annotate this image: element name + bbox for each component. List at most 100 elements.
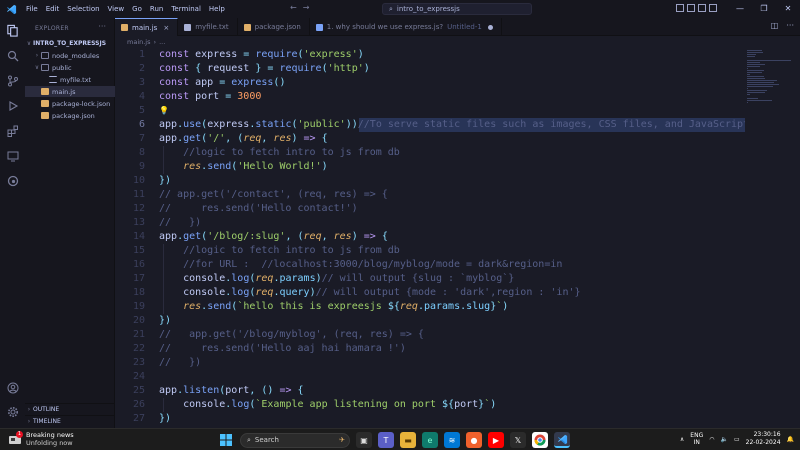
code-line[interactable]: 17 console.log(req.params)// will output…: [115, 272, 745, 286]
code-line[interactable]: 4 const port = 3000: [115, 90, 745, 104]
tree-item-node-modules[interactable]: › node_modules: [25, 50, 115, 61]
tree-item-myfile-txt[interactable]: myfile.txt: [25, 74, 115, 85]
code-line[interactable]: 18 console.log(req.query)// will output …: [115, 286, 745, 300]
menu-item-terminal[interactable]: Terminal: [167, 5, 205, 13]
code-line[interactable]: 16 //for URL : //localhost:3000/blog/myb…: [115, 258, 745, 272]
app-orange-icon[interactable]: ●: [466, 432, 482, 448]
code-line[interactable]: 23 // }): [115, 356, 745, 370]
explorer-icon[interactable]: [4, 22, 21, 39]
code-line[interactable]: 19 res.send(`hello this is expreesjs ${r…: [115, 300, 745, 314]
clock[interactable]: 23:30:16 22-02-2024: [746, 431, 781, 447]
code-line[interactable]: 9 res.send('Hello World!'): [115, 160, 745, 174]
unsaved-dot-icon[interactable]: [487, 24, 493, 30]
menu-item-selection[interactable]: Selection: [63, 5, 103, 13]
outline-section[interactable]: › OUTLINE: [25, 403, 115, 414]
timeline-section[interactable]: › TIMELINE: [25, 415, 115, 426]
code-line[interactable]: 24: [115, 370, 745, 384]
youtube-icon[interactable]: ▶: [488, 432, 504, 448]
breadcrumb-item[interactable]: ...: [159, 38, 165, 46]
notification-icon[interactable]: 🔔: [787, 436, 794, 443]
tab-myfile-txt[interactable]: myfile.txt: [178, 18, 238, 36]
extensions-icon[interactable]: [4, 122, 21, 139]
tree-item-main-js[interactable]: main.js: [25, 86, 115, 97]
menu-item-file[interactable]: File: [22, 5, 42, 13]
minimap[interactable]: [745, 48, 800, 428]
code-line[interactable]: 12 // res.send('Hello contact!'): [115, 202, 745, 216]
toggle-panel-icon[interactable]: [687, 4, 695, 12]
tab-1-why-should-we-use-express-js[interactable]: 1. why should we use express.js? Untitled…: [310, 18, 502, 36]
minimap-line: [747, 100, 773, 101]
split-editor-icon[interactable]: ◫: [771, 21, 779, 30]
code-line[interactable]: 3 const app = express(): [115, 76, 745, 90]
code-line[interactable]: 6 app.use(express.static('public'))//To s…: [115, 118, 745, 132]
menu-item-go[interactable]: Go: [128, 5, 146, 13]
minimize-icon[interactable]: —: [728, 0, 752, 18]
code-line[interactable]: 21 // app.get('/blog/myblog', (req, res) …: [115, 328, 745, 342]
tree-item-package-json[interactable]: package.json: [25, 110, 115, 121]
code-line[interactable]: 11 // app.get('/contact', (req, res) => {: [115, 188, 745, 202]
menu-item-edit[interactable]: Edit: [42, 5, 64, 13]
code-token: `Example app listening on port: [255, 399, 443, 410]
code-line[interactable]: 7 app.get('/', (req, res) => {: [115, 132, 745, 146]
project-folder[interactable]: ∨ INTRO_TO_EXPRESSJS: [25, 38, 115, 49]
back-arrow-icon[interactable]: ←: [290, 3, 297, 12]
breadcrumb-item[interactable]: main.js: [127, 38, 151, 46]
settings-gear-icon[interactable]: [4, 403, 21, 420]
menu-item-run[interactable]: Run: [146, 5, 167, 13]
tree-item-public[interactable]: ∨ public: [25, 62, 115, 73]
code-line[interactable]: 25 app.listen(port, () => {: [115, 384, 745, 398]
battery-icon[interactable]: ▭: [734, 436, 740, 443]
teams-icon[interactable]: T: [378, 432, 394, 448]
taskbar-search[interactable]: ⌕ Search ✈: [240, 432, 350, 448]
x-twitter-icon[interactable]: 𝕏: [510, 432, 526, 448]
vscode-taskbar-icon[interactable]: [554, 432, 570, 448]
remote-explorer-icon[interactable]: [4, 147, 21, 164]
file-explorer-icon[interactable]: ▬: [400, 432, 416, 448]
toggle-primary-sidebar-icon[interactable]: [676, 4, 684, 12]
news-widget[interactable]: 1 Breaking news Unfolding now: [8, 431, 74, 447]
lightbulb-icon[interactable]: 💡: [159, 104, 169, 118]
tab-main-js[interactable]: main.js ×: [115, 18, 179, 36]
code-line[interactable]: 27}): [115, 412, 745, 426]
maximize-icon[interactable]: ❐: [752, 0, 776, 18]
more-actions-icon[interactable]: ···: [786, 21, 794, 30]
more-actions-icon[interactable]: ···: [98, 22, 106, 31]
account-icon[interactable]: [4, 379, 21, 396]
language-indicator[interactable]: ENG IN: [690, 432, 703, 446]
wifi-icon[interactable]: ◠: [709, 436, 714, 443]
code-line[interactable]: 22 // res.send('Hello aaj hai hamara !'): [115, 342, 745, 356]
chevron-up-icon[interactable]: ∧: [680, 436, 684, 443]
code-line[interactable]: 15 //logic to fetch intro to js from db: [115, 244, 745, 258]
edge-devtools-icon[interactable]: [4, 172, 21, 189]
task-view-icon[interactable]: ▣: [356, 432, 372, 448]
tab-package-json[interactable]: package.json: [238, 18, 310, 36]
source-control-icon[interactable]: [4, 72, 21, 89]
code-editor[interactable]: 1 const express = require('express') 2 cons…: [115, 48, 745, 428]
code-line[interactable]: 20}): [115, 314, 745, 328]
search-icon[interactable]: [4, 47, 21, 64]
code-line[interactable]: 1 const express = require('express'): [115, 48, 745, 62]
code-line[interactable]: 8 //logic to fetch intro to js from db: [115, 146, 745, 160]
run-debug-icon[interactable]: [4, 97, 21, 114]
edge-browser-icon[interactable]: e: [422, 432, 438, 448]
volume-icon[interactable]: 🔈: [720, 436, 727, 443]
code-text: console.log(`Example app listening on po…: [159, 398, 496, 412]
store-app-icon[interactable]: ≋: [444, 432, 460, 448]
close-window-icon[interactable]: ✕: [776, 0, 800, 18]
windows-start-icon[interactable]: [218, 432, 234, 448]
code-line[interactable]: 10}): [115, 174, 745, 188]
chrome-icon[interactable]: [532, 432, 548, 448]
code-line[interactable]: 5 💡: [115, 104, 745, 118]
code-line[interactable]: 14 app.get('/blog/:slug', (req, res) => {: [115, 230, 745, 244]
code-line[interactable]: 2 const { request } = require('http'): [115, 62, 745, 76]
customize-layout-icon[interactable]: [709, 4, 717, 12]
command-center-search[interactable]: ⌕ intro_to_expressjs: [382, 3, 532, 15]
menu-item-help[interactable]: Help: [205, 5, 229, 13]
toggle-secondary-sidebar-icon[interactable]: [698, 4, 706, 12]
tree-item-package-lock-json[interactable]: package-lock.json: [25, 98, 115, 109]
forward-arrow-icon[interactable]: →: [303, 3, 310, 12]
close-tab-icon[interactable]: ×: [163, 24, 169, 32]
code-line[interactable]: 13 // }): [115, 216, 745, 230]
code-line[interactable]: 26 console.log(`Example app listening on…: [115, 398, 745, 412]
menu-item-view[interactable]: View: [104, 5, 129, 13]
